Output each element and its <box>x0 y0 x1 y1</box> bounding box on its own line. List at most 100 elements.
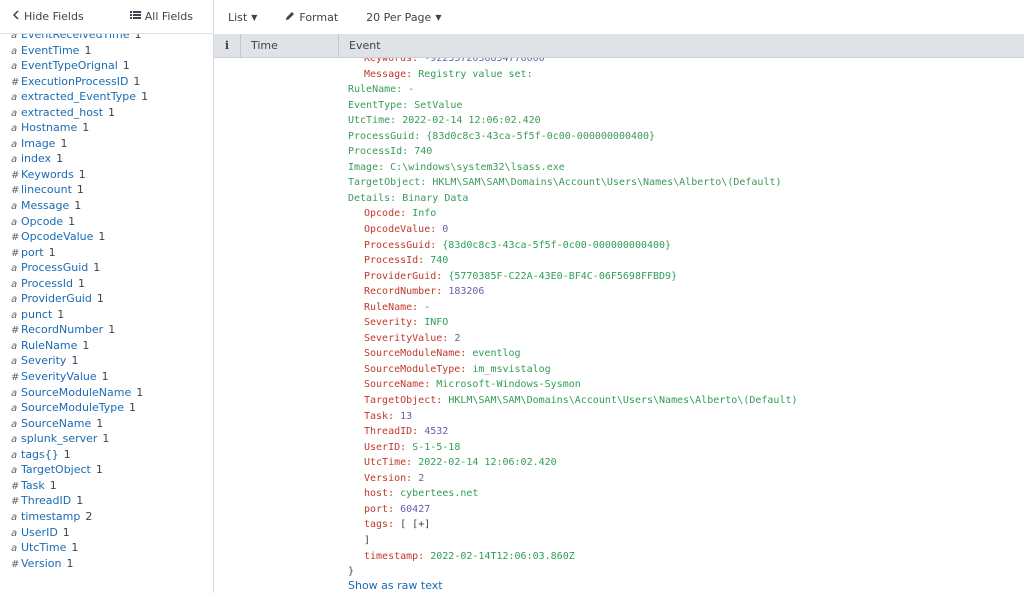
field-list-item[interactable]: a SourceModuleType 1 <box>11 400 213 416</box>
field-name[interactable]: extracted_EventType <box>21 90 136 103</box>
field-list-item[interactable]: a extracted_host 1 <box>11 105 213 121</box>
field-name[interactable]: linecount <box>21 183 72 196</box>
field-name[interactable]: ExecutionProcessID <box>21 75 128 88</box>
field-list-item[interactable]: a SourceModuleName 1 <box>11 385 213 401</box>
field-name[interactable]: Opcode <box>21 215 63 228</box>
event-value[interactable]: Binary Data <box>402 193 468 204</box>
field-list-item[interactable]: a RuleName 1 <box>11 338 213 354</box>
event-value[interactable]: 2 <box>454 333 460 344</box>
field-name[interactable]: SourceName <box>21 417 91 430</box>
event-value[interactable]: 2022-02-14 12:06:02.420 <box>418 457 556 468</box>
event-value[interactable]: eventlog <box>472 348 520 359</box>
field-list-item[interactable]: a timestamp 2 <box>11 509 213 525</box>
field-name[interactable]: Keywords <box>21 168 74 181</box>
event-value[interactable]: Info <box>412 208 436 219</box>
field-name[interactable]: EventTime <box>21 44 79 57</box>
event-value[interactable]: 183206 <box>448 286 484 297</box>
field-list-item[interactable]: a extracted_EventType 1 <box>11 89 213 105</box>
hide-fields-button[interactable]: Hide Fields <box>12 10 84 23</box>
field-list-item[interactable]: a ProviderGuid 1 <box>11 291 213 307</box>
field-name[interactable]: UserID <box>21 526 58 539</box>
field-name[interactable]: ThreadID <box>21 494 71 507</box>
field-name[interactable]: EventReceivedTime <box>21 34 129 41</box>
event-value[interactable]: 4532 <box>424 426 448 437</box>
field-list-item[interactable]: # ThreadID 1 <box>11 493 213 509</box>
field-name[interactable]: RuleName <box>21 339 77 352</box>
field-list-item[interactable]: a SourceName 1 <box>11 416 213 432</box>
event-value[interactable]: Microsoft-Windows-Sysmon <box>436 379 581 390</box>
field-list-item[interactable]: a Message 1 <box>11 198 213 214</box>
field-list-item[interactable]: a EventReceivedTime 1 <box>11 34 213 43</box>
all-fields-button[interactable]: All Fields <box>129 10 193 23</box>
field-list-item[interactable]: # SeverityValue 1 <box>11 369 213 385</box>
per-page-dropdown[interactable]: 20 Per Page ▼ <box>366 11 441 24</box>
event-value[interactable]: SetValue <box>414 100 462 111</box>
list-view-dropdown[interactable]: List ▼ <box>228 11 257 24</box>
event-value[interactable]: 740 <box>414 146 432 157</box>
field-list-item[interactable]: # OpcodeValue 1 <box>11 229 213 245</box>
field-name[interactable]: port <box>21 246 44 259</box>
event-value[interactable]: {83d0c8c3-43ca-5f5f-0c00-000000000400} <box>426 131 655 142</box>
event-value[interactable]: cybertees.net <box>400 488 478 499</box>
field-list-item[interactable]: a tags{} 1 <box>11 447 213 463</box>
field-list-item[interactable]: # linecount 1 <box>11 182 213 198</box>
field-list-item[interactable]: a index 1 <box>11 151 213 167</box>
field-list-item[interactable]: a UserID 1 <box>11 525 213 541</box>
field-name[interactable]: extracted_host <box>21 106 103 119</box>
field-list-item[interactable]: a Opcode 1 <box>11 214 213 230</box>
field-list-item[interactable]: a TargetObject 1 <box>11 462 213 478</box>
field-name[interactable]: index <box>21 152 51 165</box>
field-list-item[interactable]: a splunk_server 1 <box>11 431 213 447</box>
field-name[interactable]: ProcessGuid <box>21 261 88 274</box>
event-value[interactable]: [ [+] <box>400 519 430 530</box>
event-value[interactable]: HKLM\SAM\SAM\Domains\Account\Users\Names… <box>448 395 797 406</box>
field-list-item[interactable]: a punct 1 <box>11 307 213 323</box>
event-value[interactable]: im_msvistalog <box>472 364 550 375</box>
field-name[interactable]: Task <box>21 479 45 492</box>
event-value[interactable]: - <box>424 302 430 313</box>
field-name[interactable]: OpcodeValue <box>21 230 93 243</box>
field-list-item[interactable]: a ProcessGuid 1 <box>11 260 213 276</box>
event-value[interactable]: {83d0c8c3-43ca-5f5f-0c00-000000000400} <box>442 240 671 251</box>
field-name[interactable]: SourceModuleName <box>21 386 131 399</box>
field-list-item[interactable]: a ProcessId 1 <box>11 276 213 292</box>
field-name[interactable]: Severity <box>21 354 66 367</box>
field-name[interactable]: RecordNumber <box>21 323 103 336</box>
field-name[interactable]: TargetObject <box>21 463 91 476</box>
event-value[interactable]: INFO <box>424 317 448 328</box>
field-name[interactable]: ProviderGuid <box>21 292 92 305</box>
field-list-item[interactable]: a UtcTime 1 <box>11 540 213 556</box>
field-list-item[interactable]: a Hostname 1 <box>11 120 213 136</box>
time-column-header[interactable]: Time <box>241 33 339 58</box>
field-name[interactable]: SourceModuleType <box>21 401 124 414</box>
event-value[interactable]: -9223372036854776000 <box>424 58 544 64</box>
show-raw-text-link[interactable]: Show as raw text <box>348 579 443 592</box>
field-name[interactable]: UtcTime <box>21 541 66 554</box>
field-name[interactable]: splunk_server <box>21 432 97 445</box>
field-list-item[interactable]: # RecordNumber 1 <box>11 322 213 338</box>
field-list-item[interactable]: a EventTime 1 <box>11 43 213 59</box>
event-value[interactable]: 2022-02-14T12:06:03.860Z <box>430 551 575 562</box>
field-list-item[interactable]: a EventTypeOrignal 1 <box>11 58 213 74</box>
event-value[interactable]: 740 <box>430 255 448 266</box>
field-list-item[interactable]: # Version 1 <box>11 556 213 572</box>
event-value[interactable]: 2 <box>418 473 424 484</box>
field-name[interactable]: ProcessId <box>21 277 73 290</box>
event-value[interactable]: S-1-5-18 <box>412 442 460 453</box>
event-value[interactable]: HKLM\SAM\SAM\Domains\Account\Users\Names… <box>432 177 781 188</box>
format-button[interactable]: Format <box>285 11 338 24</box>
field-name[interactable]: Message <box>21 199 69 212</box>
field-list-item[interactable]: a Image 1 <box>11 136 213 152</box>
event-value[interactable]: Registry value set: <box>418 69 532 80</box>
field-list-item[interactable]: # ExecutionProcessID 1 <box>11 74 213 90</box>
field-name[interactable]: Version <box>21 557 61 570</box>
field-name[interactable]: Hostname <box>21 121 77 134</box>
event-value[interactable]: 0 <box>442 224 448 235</box>
event-value[interactable]: 2022-02-14 12:06:02.420 <box>402 115 540 126</box>
field-name[interactable]: tags{} <box>21 448 59 461</box>
field-name[interactable]: timestamp <box>21 510 80 523</box>
field-name[interactable]: EventTypeOrignal <box>21 59 118 72</box>
field-name[interactable]: punct <box>21 308 52 321</box>
field-list-item[interactable]: a Severity 1 <box>11 353 213 369</box>
event-value[interactable]: 13 <box>400 411 412 422</box>
